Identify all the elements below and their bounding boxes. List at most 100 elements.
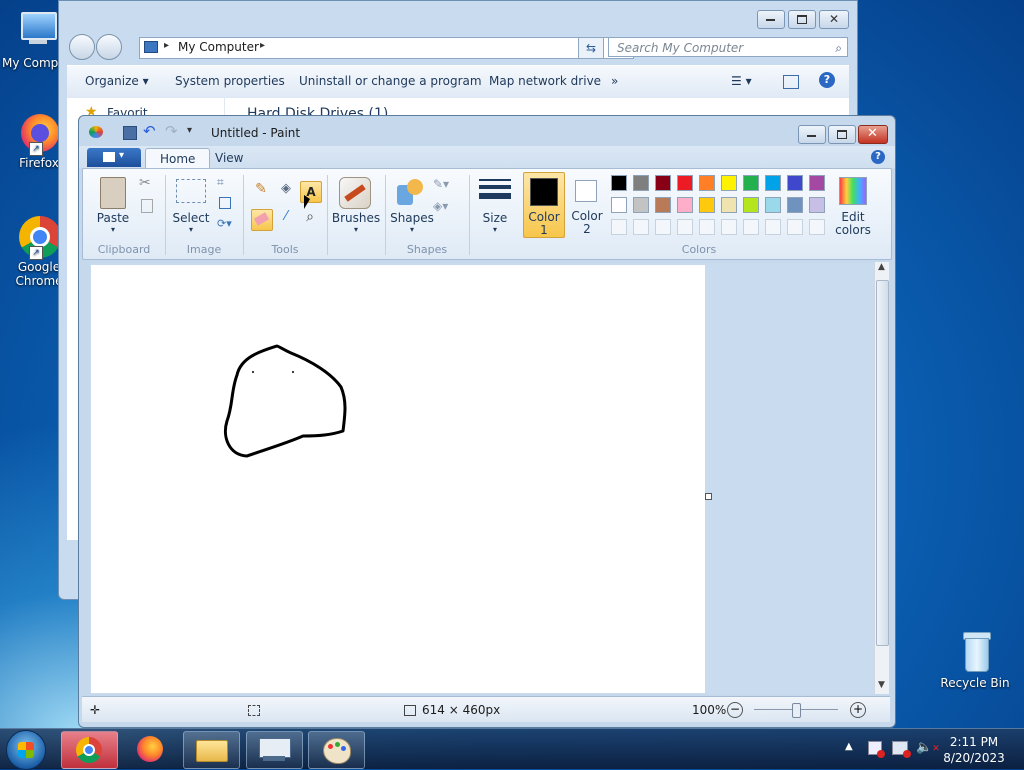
palette-swatch[interactable]: [611, 219, 627, 235]
palette-swatch[interactable]: [699, 175, 715, 191]
palette-swatch[interactable]: [765, 175, 781, 191]
scroll-up-icon[interactable]: ▲: [878, 262, 885, 272]
start-button[interactable]: [6, 730, 46, 770]
size-button[interactable]: Size ▾: [473, 173, 517, 237]
color2-button[interactable]: Color 2: [567, 172, 607, 238]
palette-swatch[interactable]: [677, 197, 693, 213]
scroll-thumb[interactable]: [876, 280, 889, 646]
paint-app-icon[interactable]: [89, 126, 103, 138]
more-commands-button[interactable]: »: [611, 74, 618, 88]
taskbar-paint[interactable]: [308, 731, 365, 769]
palette-swatch[interactable]: [633, 219, 649, 235]
palette-swatch[interactable]: [743, 219, 759, 235]
edit-colors-button[interactable]: Edit colors: [833, 173, 873, 237]
palette-swatch[interactable]: [721, 197, 737, 213]
palette-swatch[interactable]: [655, 197, 671, 213]
organize-button[interactable]: Organize ▾: [85, 74, 149, 88]
crop-icon[interactable]: ⌗: [217, 175, 224, 190]
taskbar-explorer[interactable]: [183, 731, 240, 769]
color1-button[interactable]: Color 1: [523, 172, 565, 238]
uninstall-program-button[interactable]: Uninstall or change a program: [299, 74, 482, 88]
brushes-button[interactable]: Brushes ▾: [331, 173, 381, 237]
palette-swatch[interactable]: [611, 197, 627, 213]
palette-swatch[interactable]: [721, 175, 737, 191]
palette-swatch[interactable]: [809, 219, 825, 235]
zoom-slider[interactable]: [754, 703, 838, 718]
rotate-icon[interactable]: ⟳▾: [217, 217, 232, 230]
help-icon[interactable]: ?: [871, 150, 885, 164]
fill-icon[interactable]: ◈▾: [433, 199, 448, 213]
palette-swatch[interactable]: [633, 175, 649, 191]
forward-button[interactable]: [96, 34, 122, 60]
redo-icon[interactable]: ↷: [165, 122, 178, 140]
palette-swatch[interactable]: [743, 197, 759, 213]
minimize-button[interactable]: [757, 10, 785, 29]
palette-swatch[interactable]: [809, 197, 825, 213]
copy-icon[interactable]: [141, 199, 153, 213]
palette-swatch[interactable]: [699, 219, 715, 235]
undo-icon[interactable]: ↶: [143, 122, 156, 140]
palette-swatch[interactable]: [787, 197, 803, 213]
network-icon[interactable]: [892, 741, 911, 758]
palette-swatch[interactable]: [765, 197, 781, 213]
resize-icon[interactable]: [219, 197, 231, 209]
palette-swatch[interactable]: [699, 197, 715, 213]
view-options-icon[interactable]: ☰ ▾: [731, 74, 752, 88]
close-button[interactable]: ✕: [858, 125, 888, 144]
cut-icon[interactable]: ✂: [139, 175, 151, 191]
outline-icon[interactable]: ✎▾: [433, 177, 449, 191]
back-button[interactable]: [69, 34, 95, 60]
system-clock[interactable]: 2:11 PM 8/20/2023: [934, 734, 1014, 766]
color-picker-icon[interactable]: ⁄: [276, 209, 296, 229]
zoom-out-button[interactable]: −: [727, 702, 743, 718]
maximize-button[interactable]: [788, 10, 816, 29]
desktop-icon-recycle-bin[interactable]: Recycle Bin: [938, 630, 1012, 690]
fill-bucket-icon[interactable]: ◈: [276, 181, 296, 201]
palette-swatch[interactable]: [633, 197, 649, 213]
drawing-canvas[interactable]: [91, 265, 705, 693]
paint-menu-button[interactable]: ▾: [87, 148, 141, 167]
minimize-button[interactable]: [798, 125, 826, 144]
palette-swatch[interactable]: [611, 175, 627, 191]
address-bar[interactable]: ▸ My Computer ▸ ▾: [139, 37, 634, 59]
help-icon[interactable]: ?: [819, 72, 835, 88]
search-input[interactable]: Search My Computer ⌕: [608, 37, 848, 57]
zoom-in-button[interactable]: +: [850, 702, 866, 718]
select-button[interactable]: Select ▾: [169, 173, 213, 237]
paste-button[interactable]: Paste ▾: [91, 173, 135, 237]
palette-swatch[interactable]: [765, 219, 781, 235]
action-center-icon[interactable]: [868, 741, 885, 758]
maximize-button[interactable]: [828, 125, 856, 144]
taskbar-chrome[interactable]: [61, 731, 118, 769]
tab-view[interactable]: View: [201, 148, 257, 168]
taskbar-firefox[interactable]: [123, 731, 178, 767]
zoom-slider-thumb[interactable]: [792, 703, 801, 718]
palette-swatch[interactable]: [677, 175, 693, 191]
palette-swatch[interactable]: [743, 175, 759, 191]
palette-swatch[interactable]: [787, 219, 803, 235]
palette-swatch[interactable]: [655, 219, 671, 235]
magnifier-icon[interactable]: ⌕: [300, 209, 320, 229]
close-button[interactable]: ✕: [819, 10, 849, 29]
shapes-button[interactable]: Shapes ▾: [387, 173, 437, 237]
taskbar-remote-desktop[interactable]: [246, 731, 303, 769]
map-network-drive-button[interactable]: Map network drive: [489, 74, 601, 88]
vertical-scrollbar[interactable]: ▲ ▼: [874, 262, 889, 694]
canvas-resize-handle[interactable]: [705, 493, 712, 500]
pencil-icon[interactable]: ✎: [251, 181, 271, 201]
palette-swatch[interactable]: [655, 175, 671, 191]
palette-swatch[interactable]: [787, 175, 803, 191]
save-icon[interactable]: [123, 126, 137, 140]
show-hidden-icons-button[interactable]: ▲: [845, 741, 853, 752]
palette-swatch[interactable]: [809, 175, 825, 191]
scroll-down-icon[interactable]: ▼: [878, 680, 885, 690]
palette-swatch[interactable]: [721, 219, 737, 235]
palette-swatch[interactable]: [677, 219, 693, 235]
quick-access-dropdown-icon[interactable]: ▾: [187, 125, 192, 136]
keyboard-icon: [259, 738, 291, 758]
preview-pane-icon[interactable]: [783, 75, 799, 89]
paint-window[interactable]: ↶ ↷ ▾ Untitled - Paint ✕ ▾ Home View ? P…: [78, 115, 896, 728]
refresh-button[interactable]: ⇆: [578, 37, 604, 59]
system-properties-button[interactable]: System properties: [175, 74, 285, 88]
eraser-icon[interactable]: [251, 209, 273, 231]
